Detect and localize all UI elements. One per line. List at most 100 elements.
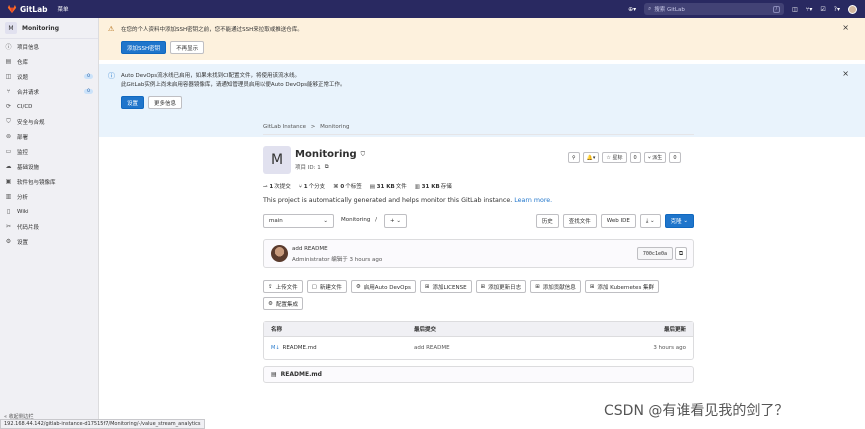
readme-title[interactable]: README.md — [281, 371, 322, 378]
quick-action-label: 添加更新日志 — [488, 284, 522, 291]
stat-item[interactable]: ▥ 31 KB存储 — [415, 182, 452, 190]
quick-action-button[interactable]: ⇪ 上传文件 — [263, 280, 303, 293]
chart-icon: ▥ — [5, 193, 12, 200]
stat-item[interactable]: ⌘ 0个标签 — [333, 182, 362, 190]
sidebar-item[interactable]: ⑂ 合并请求 0 — [0, 84, 98, 99]
settings-button[interactable]: 设置 — [121, 96, 145, 109]
create-new-icon[interactable]: ⊕▾ — [628, 6, 636, 13]
stat-value: 1 — [303, 184, 308, 190]
quick-action-button[interactable]: ⚙ 配置集成 — [263, 297, 303, 310]
sidebar-project-header[interactable]: M Monitoring — [0, 18, 98, 39]
upload-icon: ⇪ — [268, 283, 273, 290]
commit-sha[interactable]: 700c1e0a — [636, 247, 673, 260]
file-commit[interactable]: add README — [414, 345, 450, 351]
stat-item[interactable]: ⑂ 1个分支 — [299, 182, 325, 190]
todos-icon[interactable]: ☑ — [820, 6, 825, 13]
table-row[interactable]: M↓ README.md add README 3 hours ago — [264, 337, 693, 359]
sidebar-item-label: 设置 — [17, 239, 29, 246]
copy-icon[interactable]: ⧉ — [325, 164, 329, 171]
sidebar-item[interactable]: ⟳ CI/CD — [0, 99, 98, 114]
sidebar-item[interactable]: ✂ 代码片段 — [0, 219, 98, 234]
package-icon: ▣ — [5, 178, 12, 185]
copy-sha-icon[interactable]: ⧉ — [675, 247, 687, 260]
stat-item[interactable]: ⊸ 1次提交 — [263, 182, 291, 190]
menu-button[interactable]: 菜单 — [58, 5, 69, 13]
quick-action-label: 添加贡献信息 — [542, 284, 576, 291]
project-avatar: M — [263, 146, 291, 174]
find-file-button[interactable]: 查找文件 — [562, 214, 597, 228]
file-icon: ▤ — [271, 371, 277, 378]
quick-action-button[interactable]: ⊞ 添加LICENSE — [419, 280, 472, 293]
file-name: README.md — [282, 345, 317, 351]
sidebar-item[interactable]: ▥ 分析 — [0, 189, 98, 204]
stat-label: 次提交 — [274, 184, 291, 190]
sidebar-item[interactable]: ☁ 基础设施 — [0, 159, 98, 174]
branch-select[interactable]: main ⌄ — [263, 214, 334, 228]
cloud-icon: ☁ — [5, 163, 12, 170]
help-icon[interactable]: ?▾ — [834, 6, 840, 13]
sidebar-item[interactable]: ▭ 监控 — [0, 144, 98, 159]
quick-action-button[interactable]: ⚙ 启用Auto DevOps — [350, 280, 416, 293]
breadcrumb-root[interactable]: GitLab Instance — [263, 124, 306, 130]
clone-button[interactable]: 克隆 ⌄ — [664, 214, 694, 228]
web-ide-button[interactable]: Web IDE — [600, 214, 636, 228]
commit-author[interactable]: Administrator — [292, 257, 330, 263]
close-icon[interactable]: × — [842, 23, 849, 32]
repo-path[interactable]: Monitoring / — [341, 217, 377, 223]
sidebar-item-label: 项目信息 — [17, 44, 40, 51]
quick-action-button[interactable]: ⊞ 添加更新日志 — [475, 280, 527, 293]
sidebar-item[interactable]: ⊚ 部署 — [0, 129, 98, 144]
notification-bell-icon[interactable]: 🔔▾ — [582, 152, 600, 163]
warning-icon: ⚠ — [108, 25, 115, 33]
search-input[interactable]: ⌕ 搜索 GitLab / — [644, 3, 785, 15]
sidebar-item[interactable]: ◫ 议题 0 — [0, 69, 98, 84]
dont-show-again-button[interactable]: 不再显示 — [170, 41, 205, 54]
merge-requests-nav-icon[interactable]: ⑂▾ — [806, 6, 813, 13]
issues-nav-icon[interactable]: ◫ — [792, 6, 798, 13]
merge-request-icon: ⑂ — [6, 88, 11, 95]
ssh-key-alert: ⚠ 在您的个人资料中添加SSH密钥之前，您不能通过SSH来拉取或推送仓库。 × … — [99, 18, 865, 60]
add-dropdown[interactable]: + ⌄ — [384, 214, 407, 228]
file-table-header: 名称 最后提交 最后更新 — [264, 322, 693, 337]
plus-icon: ⊞ — [589, 283, 595, 290]
breadcrumb-current[interactable]: Monitoring — [320, 124, 349, 130]
stat-item[interactable]: ▤ 31 KB文件 — [370, 182, 407, 190]
info-icon: ⓘ — [5, 44, 12, 51]
history-button[interactable]: 历史 — [535, 214, 559, 228]
breadcrumb: GitLab Instance > Monitoring — [263, 124, 350, 130]
file-name-cell[interactable]: M↓ README.md — [271, 345, 317, 351]
learn-more-link[interactable]: Learn more. — [514, 197, 552, 204]
sidebar-item[interactable]: ⓘ 项目信息 — [0, 39, 98, 54]
sidebar-item[interactable]: ⚙ 设置 — [0, 234, 98, 249]
commit-title[interactable]: add README — [292, 246, 328, 252]
fork-count[interactable]: 0 — [669, 152, 681, 163]
quick-action-button[interactable]: ▢ 新建文件 — [306, 280, 347, 293]
top-navbar: GitLab 菜单 ⊕▾ ⌕ 搜索 GitLab / ◫ ⑂▾ ☑ ?▾ — [0, 0, 865, 18]
sidebar-item-label: 代码片段 — [17, 224, 40, 231]
quick-action-label: 上传文件 — [275, 284, 298, 291]
star-count[interactable]: 0 — [629, 152, 641, 163]
quick-action-button[interactable]: ⊞ 添加贡献信息 — [530, 280, 581, 293]
more-info-button[interactable]: 更多信息 — [148, 96, 183, 109]
deploy-icon: ⊚ — [5, 133, 12, 140]
sidebar-item-label: 基础设施 — [17, 164, 40, 171]
add-ssh-key-button[interactable]: 添加SSH密钥 — [121, 41, 167, 54]
pipeline-icon[interactable]: ⚲ — [568, 152, 580, 163]
close-icon[interactable]: × — [842, 69, 849, 78]
sidebar-project-name: Monitoring — [22, 24, 59, 32]
fork-button[interactable]: ⑂ 派生 — [643, 152, 667, 163]
rocket-icon: ⟳ — [5, 103, 12, 110]
author-avatar[interactable] — [271, 245, 288, 262]
user-avatar[interactable] — [848, 4, 857, 14]
stat-value: 0 — [340, 184, 345, 190]
sidebar-item[interactable]: ▤ 仓库 — [0, 54, 98, 69]
header-last-commit: 最后提交 — [414, 327, 437, 333]
sidebar-item[interactable]: ⛉ 安全与合规 — [0, 114, 98, 129]
gitlab-logo[interactable]: GitLab — [7, 4, 48, 14]
sidebar-item[interactable]: ▯ Wiki — [0, 204, 98, 219]
sidebar-item[interactable]: ▣ 软件包与镜像库 — [0, 174, 98, 189]
quick-action-button[interactable]: ⊞ 添加 Kubernetes 集群 — [584, 280, 660, 293]
star-button[interactable]: ☆ 星标 — [602, 152, 627, 163]
quick-action-label: 启用Auto DevOps — [363, 284, 411, 291]
download-button[interactable]: ⤓ ⌄ — [639, 214, 661, 228]
